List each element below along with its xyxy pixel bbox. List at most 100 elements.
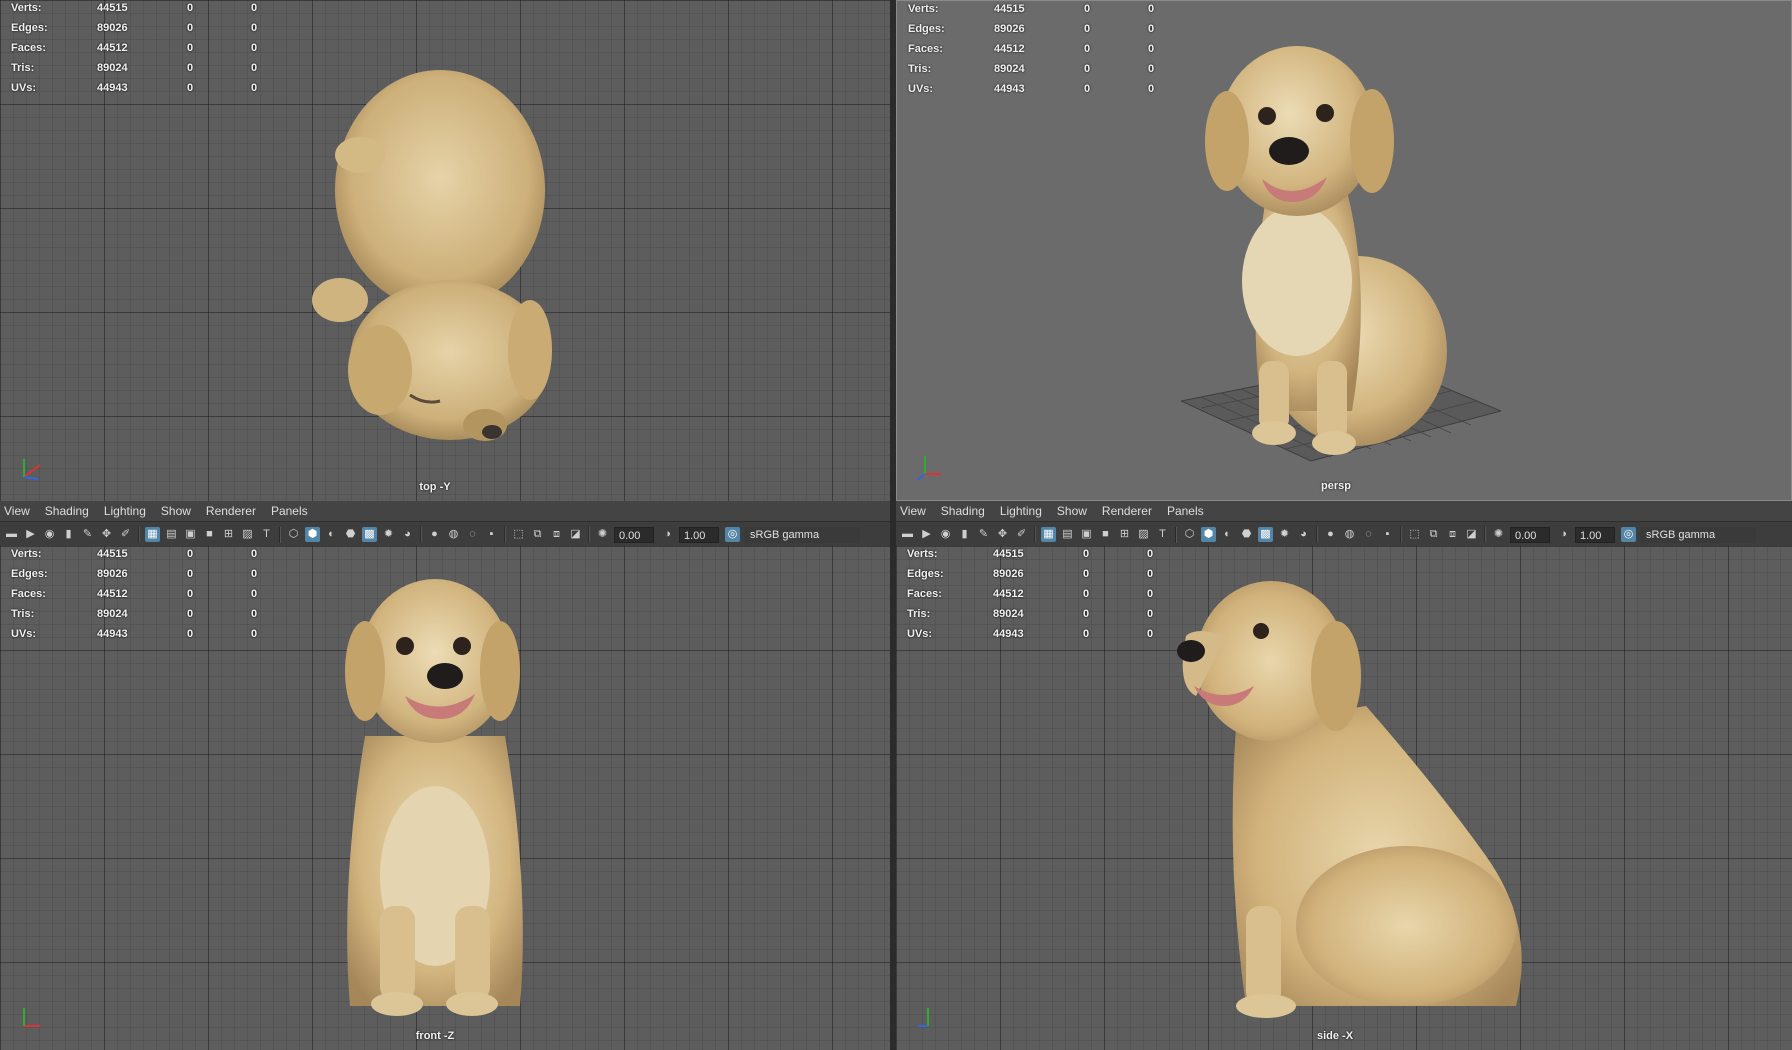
stat-count: 44512: [97, 42, 128, 54]
menu-show[interactable]: Show: [1057, 501, 1087, 521]
isolate-icon[interactable]: ▪: [1380, 527, 1395, 542]
screen-ao-icon[interactable]: ◕: [1296, 527, 1311, 542]
stat-extra: 0: [1147, 628, 1154, 640]
aa-icon[interactable]: ◍: [1342, 527, 1357, 542]
stat-label: Verts:: [11, 2, 42, 14]
dog-model-front-view[interactable]: [310, 576, 560, 1026]
menu-view[interactable]: View: [4, 501, 30, 521]
backface-icon[interactable]: ◪: [568, 527, 583, 542]
backface-icon[interactable]: ◪: [1464, 527, 1479, 542]
stat-extra: 0: [251, 588, 258, 600]
use-lights-icon[interactable]: ▩: [1258, 527, 1273, 542]
shadows-icon[interactable]: ✹: [381, 527, 396, 542]
exposure-field[interactable]: 0.00: [614, 526, 654, 543]
menu-lighting[interactable]: Lighting: [1000, 501, 1042, 521]
gate-mask-icon[interactable]: ■: [202, 527, 217, 542]
field-chart-icon[interactable]: ⊞: [221, 527, 236, 542]
field-chart-icon[interactable]: ⊞: [1117, 527, 1132, 542]
safe-action-icon[interactable]: ▨: [1136, 527, 1151, 542]
xray-joints-icon[interactable]: ⧉: [530, 527, 545, 542]
exposure-icon[interactable]: ✺: [595, 527, 610, 542]
stat-label: Tris:: [11, 608, 35, 620]
viewport-top[interactable]: Verts: 44515 0 0 Edges: 89026 0 0 Faces: 44512 0 0 T…: [0, 0, 890, 501]
stat-selected: 0: [187, 608, 194, 620]
pen-icon[interactable]: ✐: [118, 527, 133, 542]
xray-icon[interactable]: ⬚: [1407, 527, 1422, 542]
film-gate-icon[interactable]: ▤: [1060, 527, 1075, 542]
stat-extra: 0: [1147, 568, 1154, 580]
dof-icon[interactable]: ◌: [465, 527, 480, 542]
pen-icon[interactable]: ✐: [1014, 527, 1029, 542]
camera-select-icon[interactable]: ▬: [4, 527, 19, 542]
lock-camera-icon[interactable]: ✥: [99, 527, 114, 542]
gate-mask-icon[interactable]: ■: [1098, 527, 1113, 542]
wireframe-icon[interactable]: ⬡: [286, 527, 301, 542]
viewport-front[interactable]: Verts: 44515 0 0 Edges: 89026 0 0 Faces: 44512 0 0 T…: [0, 546, 890, 1050]
menu-shading[interactable]: Shading: [45, 501, 89, 521]
menu-panels[interactable]: Panels: [271, 501, 308, 521]
viewport-side[interactable]: Verts: 44515 0 0 Edges: 89026 0 0 Faces: 44512 0 0 T…: [896, 546, 1792, 1050]
gamma-field[interactable]: 1.00: [679, 526, 719, 543]
safe-action-icon[interactable]: ▨: [240, 527, 255, 542]
safe-title-icon[interactable]: T: [259, 527, 274, 542]
wireframe-icon[interactable]: ⬡: [1182, 527, 1197, 542]
grid-icon[interactable]: ▦: [1041, 527, 1056, 542]
menu-renderer[interactable]: Renderer: [206, 501, 256, 521]
grid-icon[interactable]: ▦: [145, 527, 160, 542]
exposure-field[interactable]: 0.00: [1510, 526, 1550, 543]
xray-joints-icon[interactable]: ⧉: [1426, 527, 1441, 542]
menu-show[interactable]: Show: [161, 501, 191, 521]
menu-shading[interactable]: Shading: [941, 501, 985, 521]
xray-icon[interactable]: ⬚: [511, 527, 526, 542]
lock-camera-icon[interactable]: ✥: [995, 527, 1010, 542]
shadows-icon[interactable]: ✹: [1277, 527, 1292, 542]
color-space-select[interactable]: sRGB gamma: [1640, 526, 1756, 543]
color-management-icon[interactable]: ◎: [725, 527, 740, 542]
aa-icon[interactable]: ◍: [446, 527, 461, 542]
bookmark-icon[interactable]: ◉: [938, 527, 953, 542]
textured-icon[interactable]: ⬣: [343, 527, 358, 542]
dog-model-top-view[interactable]: [300, 50, 600, 450]
image-plane-icon[interactable]: ✎: [80, 527, 95, 542]
textured-icon[interactable]: ⬣: [1239, 527, 1254, 542]
camera-select-icon[interactable]: ▬: [900, 527, 915, 542]
image-plane-icon[interactable]: ✎: [976, 527, 991, 542]
exposure-icon[interactable]: ✺: [1491, 527, 1506, 542]
use-lights-icon[interactable]: ▩: [362, 527, 377, 542]
gamma-icon[interactable]: ◑: [660, 527, 675, 542]
menu-view[interactable]: View: [900, 501, 926, 521]
color-space-select[interactable]: sRGB gamma: [744, 526, 860, 543]
camera-attr-icon[interactable]: ▶: [919, 527, 934, 542]
menu-lighting[interactable]: Lighting: [104, 501, 146, 521]
stat-row: Verts: 44515 0 0: [11, 2, 271, 22]
motion-blur-icon[interactable]: ●: [1323, 527, 1338, 542]
smooth-shade-icon[interactable]: ⬢: [305, 527, 320, 542]
gamma-field[interactable]: 1.00: [1575, 526, 1615, 543]
default-material-icon[interactable]: ◐: [324, 527, 339, 542]
xray-active-icon[interactable]: ⧈: [549, 527, 564, 542]
isolate-icon[interactable]: ▪: [484, 527, 499, 542]
color-management-icon[interactable]: ◎: [1621, 527, 1636, 542]
dog-model-persp[interactable]: [1167, 21, 1467, 481]
xray-active-icon[interactable]: ⧈: [1445, 527, 1460, 542]
dof-icon[interactable]: ◌: [1361, 527, 1376, 542]
dog-model-side-view[interactable]: [1156, 576, 1536, 1026]
default-material-icon[interactable]: ◐: [1220, 527, 1235, 542]
stat-count: 89024: [993, 608, 1024, 620]
motion-blur-icon[interactable]: ●: [427, 527, 442, 542]
resolution-gate-icon[interactable]: ▣: [183, 527, 198, 542]
menu-panels[interactable]: Panels: [1167, 501, 1204, 521]
menu-renderer[interactable]: Renderer: [1102, 501, 1152, 521]
film-gate-icon[interactable]: ▤: [164, 527, 179, 542]
screen-ao-icon[interactable]: ◕: [400, 527, 415, 542]
stat-selected: 0: [1083, 548, 1090, 560]
bookmark2-icon[interactable]: ▮: [957, 527, 972, 542]
resolution-gate-icon[interactable]: ▣: [1079, 527, 1094, 542]
bookmark-icon[interactable]: ◉: [42, 527, 57, 542]
viewport-persp[interactable]: Verts: 44515 0 0 Edges: 89026 0 0 Faces: 44512 0 0 T…: [896, 0, 1792, 501]
bookmark2-icon[interactable]: ▮: [61, 527, 76, 542]
smooth-shade-icon[interactable]: ⬢: [1201, 527, 1216, 542]
safe-title-icon[interactable]: T: [1155, 527, 1170, 542]
camera-attr-icon[interactable]: ▶: [23, 527, 38, 542]
gamma-icon[interactable]: ◑: [1556, 527, 1571, 542]
